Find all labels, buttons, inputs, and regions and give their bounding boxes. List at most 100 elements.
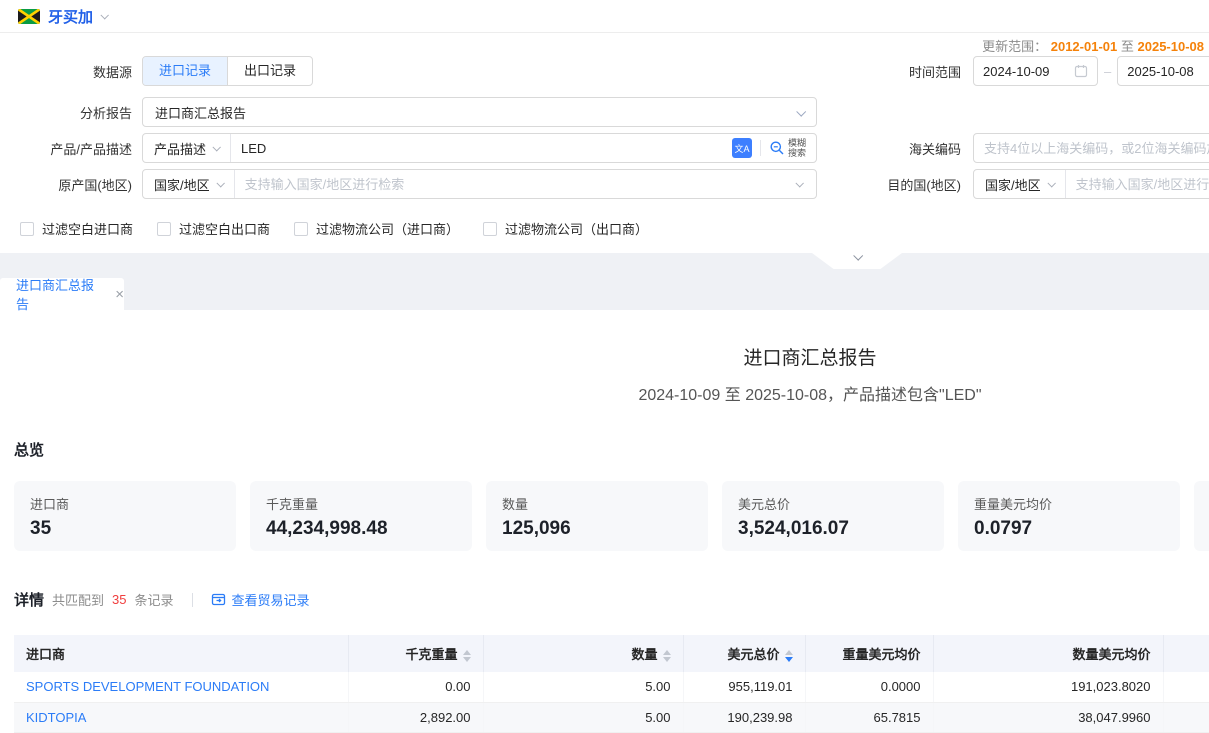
hs-code-box — [973, 133, 1209, 163]
sort-icons-active-desc[interactable] — [785, 650, 793, 662]
checkbox-filter-logistics-exporter[interactable]: 过滤物流公司（出口商） — [483, 219, 648, 238]
start-date-value: 2024-10-09 — [983, 64, 1050, 79]
chevron-down-icon — [100, 11, 108, 19]
filter-checkbox-row: 过滤空白进口商 过滤空白出口商 过滤物流公司（进口商） 过滤物流公司（出口商） — [20, 219, 648, 238]
chevron-down-icon — [212, 143, 220, 151]
chevron-down-icon — [1047, 179, 1055, 187]
end-date-input[interactable]: 2025-10-08 — [1117, 56, 1209, 86]
stat-card-clipped — [1194, 481, 1209, 551]
product-field-value: 产品描述 — [154, 139, 206, 158]
topbar: 牙买加 — [0, 0, 1209, 33]
hs-code-input[interactable] — [974, 141, 1209, 156]
translate-icon[interactable]: 文A — [732, 138, 752, 158]
column-header-usd-per-quantity: 数量美元均价 — [933, 635, 1163, 672]
report-type-select[interactable]: 进口商汇总报告 — [142, 97, 817, 127]
tab-export-records[interactable]: 出口记录 — [227, 57, 312, 85]
report-type-value: 进口商汇总报告 — [155, 103, 246, 122]
collapse-filters-toggle[interactable] — [812, 253, 902, 269]
stat-card-usd-per-weight: 重量美元均价 0.0797 — [958, 481, 1180, 551]
stat-card-importers: 进口商 35 — [14, 481, 236, 551]
close-icon[interactable]: × — [115, 287, 124, 302]
cell-usd-total: 190,239.98 — [683, 702, 805, 732]
stat-card-usd-total: 美元总价 3,524,016.07 — [722, 481, 944, 551]
origin-filter-box: 国家/地区 — [142, 169, 817, 199]
stat-card-kg-weight: 千克重量 44,234,998.48 — [250, 481, 472, 551]
product-description-input[interactable] — [231, 141, 732, 156]
jamaica-flag-icon — [18, 9, 40, 24]
overview-heading: 总览 — [14, 439, 1209, 460]
checkbox-icon — [294, 222, 308, 236]
match-prefix: 共匹配到 — [52, 590, 104, 609]
column-header-usd-total[interactable]: 美元总价 — [683, 635, 805, 672]
tab-importer-summary-report[interactable]: 进口商汇总报告 × — [0, 278, 124, 310]
table-row: KIDTOPIA 2,892.00 5.00 190,239.98 65.781… — [14, 702, 1209, 732]
trade-records-icon — [211, 592, 226, 607]
chevron-down-icon — [853, 251, 863, 261]
checkbox-filter-logistics-importer[interactable]: 过滤物流公司（进口商） — [294, 219, 459, 238]
importer-link[interactable]: SPORTS DEVELOPMENT FOUNDATION — [26, 679, 269, 694]
cell-usd-per-quantity: 191,023.8020 — [933, 672, 1163, 702]
checkbox-filter-blank-exporter[interactable]: 过滤空白出口商 — [157, 219, 270, 238]
update-range: 更新范围： 2012-01-01 至 2025-10-08 — [0, 36, 1204, 55]
view-trade-records-link[interactable]: 查看贸易记录 — [211, 590, 310, 609]
time-range-label: 时间范围 — [828, 62, 961, 81]
fuzzy-search-button[interactable]: 模糊 搜索 — [769, 138, 806, 158]
destination-country-label: 目的国(地区) — [828, 175, 961, 194]
cell-usd-per-weight: 65.7815 — [805, 702, 933, 732]
product-label: 产品/产品描述 — [0, 139, 132, 158]
sort-icons[interactable] — [663, 650, 671, 662]
cell-usd-per-weight: 0.0000 — [805, 672, 933, 702]
match-count: 35 — [112, 592, 126, 607]
origin-field-select[interactable]: 国家/地区 — [143, 170, 235, 198]
country-selector[interactable]: 牙买加 — [18, 6, 107, 27]
importer-link[interactable]: KIDTOPIA — [26, 710, 86, 725]
detail-heading: 详情 — [14, 589, 44, 610]
sort-icons[interactable] — [463, 650, 471, 662]
magnifier-icon — [769, 140, 785, 156]
detail-row: 详情 共匹配到 35 条记录 查看贸易记录 — [14, 589, 1209, 610]
match-suffix: 条记录 — [135, 590, 174, 609]
calendar-icon — [1074, 64, 1088, 78]
destination-filter-box: 国家/地区 — [973, 169, 1209, 199]
table-row: SPORTS DEVELOPMENT FOUNDATION 0.00 5.00 … — [14, 672, 1209, 702]
checkbox-icon — [483, 222, 497, 236]
update-range-start: 2012-01-01 — [1051, 39, 1118, 54]
stat-card-quantity: 数量 125,096 — [486, 481, 708, 551]
column-header-quantity[interactable]: 数量 — [483, 635, 683, 672]
column-header-kg-weight[interactable]: 千克重量 — [348, 635, 483, 672]
fuzzy-search-label: 模糊 搜索 — [788, 138, 806, 158]
checkbox-filter-blank-importer[interactable]: 过滤空白进口商 — [20, 219, 133, 238]
overview-cards: 进口商 35 千克重量 44,234,998.48 数量 125,096 美元总… — [14, 481, 1209, 551]
checkbox-icon — [20, 222, 34, 236]
cell-kg-weight: 0.00 — [348, 672, 483, 702]
column-header-empty — [1163, 635, 1209, 672]
chevron-down-icon — [796, 106, 806, 116]
origin-country-label: 原产国(地区) — [0, 175, 132, 194]
checkbox-icon — [157, 222, 171, 236]
importer-summary-table: 进口商 千克重量 数量 美元总价 重量美元均价 数量美元均价 — [14, 635, 1209, 733]
destination-field-select[interactable]: 国家/地区 — [974, 170, 1066, 198]
tab-import-records[interactable]: 进口记录 — [143, 57, 227, 85]
start-date-input[interactable]: 2024-10-09 — [973, 56, 1098, 86]
cell-usd-per-quantity: 38,047.9960 — [933, 702, 1163, 732]
column-header-importer: 进口商 — [14, 635, 348, 672]
data-source-segmented: 进口记录 出口记录 — [142, 56, 313, 86]
end-date-value: 2025-10-08 — [1127, 64, 1194, 79]
destination-search-input[interactable] — [1066, 177, 1209, 192]
data-source-label: 数据源 — [0, 62, 132, 81]
product-filter-box: 产品描述 文A 模糊 搜索 — [142, 133, 817, 163]
filter-panel: 更新范围： 2012-01-01 至 2025-10-08 数据源 进口记录 出… — [0, 33, 1209, 253]
report-title: 进口商汇总报告 — [0, 310, 1209, 370]
report-type-label: 分析报告 — [0, 103, 132, 122]
product-field-select[interactable]: 产品描述 — [143, 134, 231, 162]
cell-usd-total: 955,119.01 — [683, 672, 805, 702]
cell-quantity: 5.00 — [483, 672, 683, 702]
update-range-label: 更新范围： — [982, 39, 1047, 54]
update-range-end: 2025-10-08 — [1138, 39, 1205, 54]
hs-code-label: 海关编码 — [828, 139, 961, 158]
cell-kg-weight: 2,892.00 — [348, 702, 483, 732]
origin-search-input[interactable] — [235, 177, 796, 192]
origin-field-value: 国家/地区 — [154, 175, 210, 194]
date-range-dash: – — [1104, 64, 1111, 79]
divider — [760, 140, 761, 156]
